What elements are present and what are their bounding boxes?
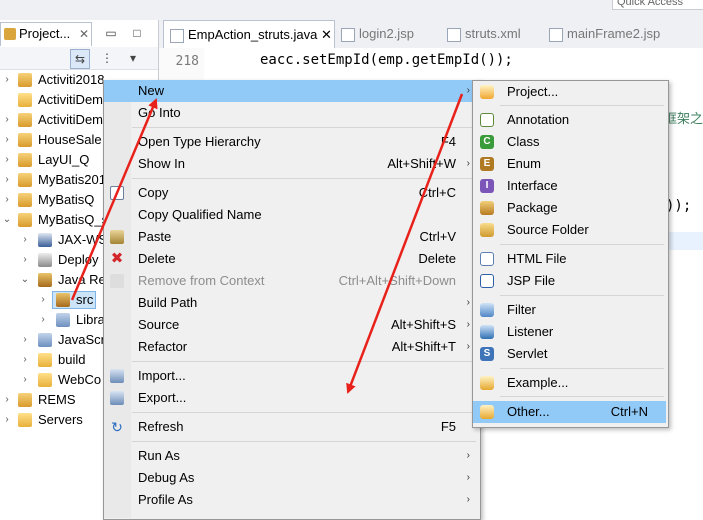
annotation-arrow-new-to-other [346, 93, 464, 394]
annotation-arrow-src-to-new [70, 98, 158, 301]
annotation-arrows [70, 93, 464, 394]
